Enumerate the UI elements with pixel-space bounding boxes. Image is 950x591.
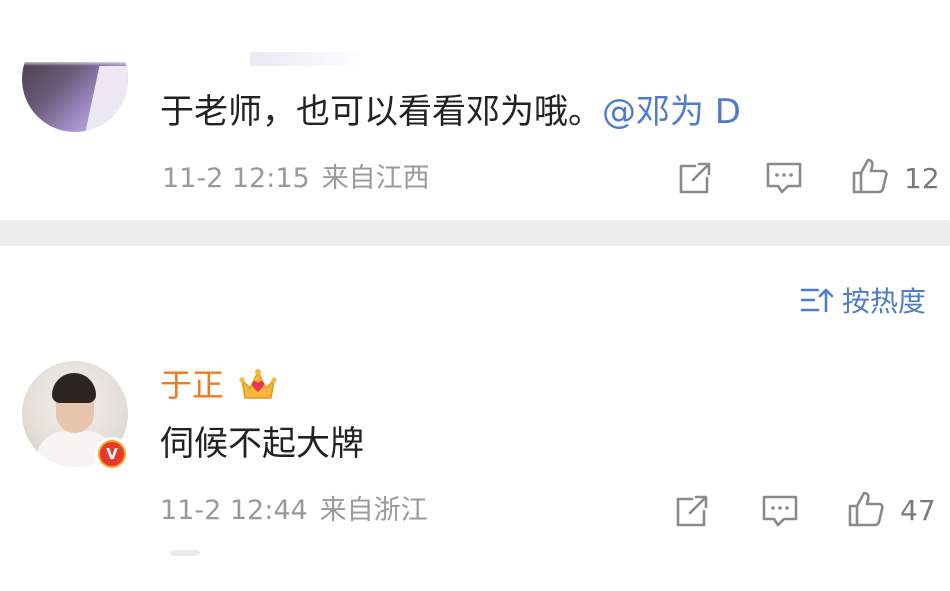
comment-icon[interactable] <box>764 158 804 198</box>
comment-meta: 11-2 12:44 来自浙江 <box>160 495 428 527</box>
sort-label: 按热度 <box>842 285 927 318</box>
comment-date: 11-2 12:15 <box>162 163 310 194</box>
comment-meta: 11-2 12:15 来自江西 <box>162 163 430 195</box>
sort-icon <box>800 288 834 313</box>
comment-location: 来自江西 <box>321 163 430 194</box>
like-count: 47 <box>900 494 936 527</box>
section-divider <box>0 220 950 246</box>
comment-icon[interactable] <box>760 491 800 531</box>
comment-body: 于老师，也可以看看邓为哦。 <box>160 92 602 132</box>
cropped-header <box>0 0 950 62</box>
sort-toggle[interactable]: 按热度 <box>800 280 926 320</box>
like-count: 12 <box>904 162 940 195</box>
like-icon[interactable] <box>846 489 886 529</box>
next-comment-peek <box>170 550 200 556</box>
verified-letter: V <box>100 442 124 466</box>
crown-icon <box>239 369 277 399</box>
share-icon[interactable] <box>675 158 715 198</box>
verified-badge-icon: V <box>95 437 129 471</box>
cropped-username-fragment <box>250 52 370 66</box>
comment-location: 来自浙江 <box>319 495 428 526</box>
mention-link[interactable]: @邓为 D <box>602 92 741 132</box>
comment-text: 于老师，也可以看看邓为哦。@邓为 D <box>160 92 741 132</box>
share-icon[interactable] <box>672 491 712 531</box>
like-icon[interactable] <box>850 156 890 196</box>
comment-body: 伺候不起大牌 <box>160 424 364 464</box>
comment-date: 11-2 12:44 <box>160 495 308 526</box>
comment-username[interactable]: 于正 <box>160 366 224 404</box>
